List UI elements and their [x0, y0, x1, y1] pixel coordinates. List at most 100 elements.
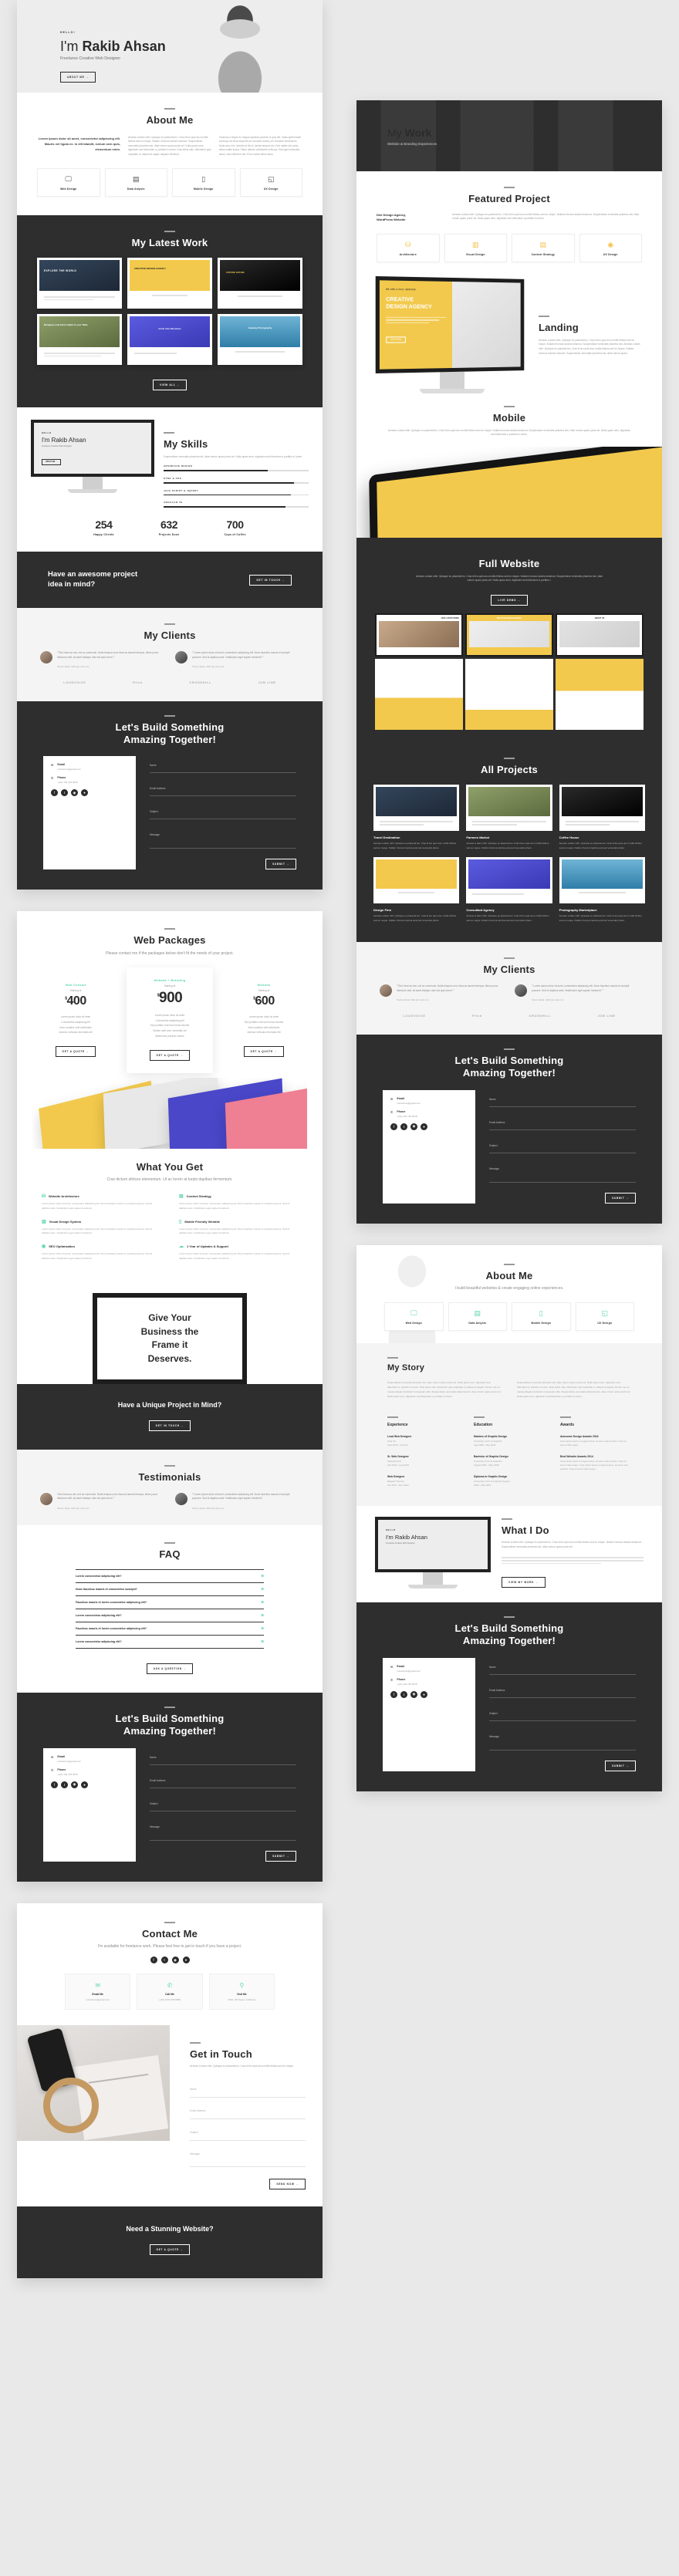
- view-my-work-button[interactable]: VIEW MY WORK →: [502, 1577, 546, 1588]
- featured-tag[interactable]: ⛁ Architecture: [377, 234, 440, 263]
- contact-card[interactable]: ✉ Email Me contactme@gmail.com: [65, 1973, 131, 2010]
- instagram-icon[interactable]: ◉: [71, 1781, 78, 1788]
- contact-card[interactable]: ✆ Call Me +(01) 1547 665 8899: [137, 1973, 203, 2010]
- message-field[interactable]: Message: [190, 2141, 306, 2168]
- faq-item[interactable]: Lorem consectetur adipiscing elit? ⊕: [76, 1609, 264, 1622]
- featured-tag[interactable]: ▥ Visual Design: [444, 234, 507, 263]
- name-field[interactable]: Name: [489, 1090, 636, 1107]
- service-card[interactable]: ◱ UX Design: [575, 1302, 634, 1332]
- twitter-icon[interactable]: t: [160, 1956, 168, 1964]
- dribbble-icon[interactable]: ●: [81, 789, 88, 797]
- faq-item[interactable]: Faucibus mauris et lorem consectetur adi…: [76, 1622, 264, 1635]
- faq-item[interactable]: Lorem consectetur adipiscing elit? ⊕: [76, 1635, 264, 1649]
- get-quote-button[interactable]: GET A QUOTE →: [149, 2244, 191, 2256]
- get-in-touch-button[interactable]: GET IN TOUCH →: [249, 574, 292, 586]
- skill-label: JAVA SCRIPT & JQUERY: [164, 488, 199, 492]
- about-me-button[interactable]: ABOUT ME →: [60, 72, 96, 83]
- name-field[interactable]: Name: [150, 756, 296, 774]
- service-card[interactable]: ▤ Data Anlysis: [104, 167, 167, 197]
- get-quote-button[interactable]: GET A QUOTE →: [55, 1046, 96, 1058]
- featured-tag[interactable]: ▤ Content Strategy: [512, 234, 575, 263]
- subject-field[interactable]: Subject: [150, 802, 296, 820]
- divider: [164, 1464, 175, 1467]
- facebook-icon[interactable]: f: [150, 1956, 157, 1964]
- message-field[interactable]: Message: [489, 1160, 636, 1183]
- message-field[interactable]: Message: [150, 1818, 296, 1841]
- imac-neck: [440, 372, 464, 390]
- social-row: f t ◉ ●: [51, 789, 128, 797]
- twitter-icon[interactable]: t: [400, 1123, 407, 1130]
- twitter-icon[interactable]: t: [61, 789, 68, 797]
- faq-item[interactable]: Lorem consectetur adipiscing elit? ⊕: [76, 1569, 264, 1582]
- instagram-icon[interactable]: ◉: [410, 1690, 417, 1698]
- facebook-icon[interactable]: f: [51, 789, 58, 797]
- project-item[interactable]: Travel Destination Aenean a diam nibh. Qu…: [373, 785, 460, 850]
- instagram-icon[interactable]: ◉: [71, 789, 78, 797]
- get-quote-button[interactable]: GET A QUOTE →: [243, 1046, 285, 1058]
- work-thumbnail[interactable]: COFFEE HOUSE: [218, 258, 302, 309]
- service-card[interactable]: 🖵 Web Design: [37, 167, 100, 197]
- submit-button[interactable]: SUBMIT →: [265, 1850, 296, 1862]
- featured-tag[interactable]: ◉ UX Design: [579, 234, 642, 263]
- service-card[interactable]: ▯ Mobile Design: [172, 167, 235, 197]
- work-thumbnail[interactable]: Bringing Local Farms Right to your Table: [37, 314, 122, 366]
- get-in-touch-button[interactable]: GET IN TOUCH →: [148, 1420, 191, 1431]
- service-card[interactable]: 🖵 Web Design: [384, 1302, 444, 1332]
- subject-field[interactable]: Subject: [489, 1136, 636, 1153]
- twitter-icon[interactable]: t: [61, 1781, 68, 1788]
- contact-card[interactable]: ⚲ Visit Me 5464, HD Tower, California: [208, 1973, 275, 2010]
- facebook-icon[interactable]: f: [390, 1123, 397, 1130]
- submit-button[interactable]: SUBMIT →: [265, 859, 296, 870]
- facebook-icon[interactable]: f: [51, 1781, 58, 1788]
- mobile-icon: ▯: [539, 1309, 543, 1318]
- submit-button[interactable]: SUBMIT →: [605, 1760, 636, 1771]
- work-thumbnail[interactable]: EXPLORE THE WORLD: [37, 258, 122, 309]
- faq-item[interactable]: Nunc faucibus mauris et consectetur susc…: [76, 1582, 264, 1595]
- service-card[interactable]: ◱ UX Design: [239, 167, 302, 197]
- project-item[interactable]: Consultant Agency Aenean a diam nibh. Qui…: [466, 857, 552, 923]
- send-now-button[interactable]: SEND NOW →: [269, 2179, 306, 2190]
- subject-field[interactable]: Subject: [489, 1704, 636, 1721]
- work-thumbnail[interactable]: CREATIVE DESIGN AGENCY: [127, 258, 212, 309]
- work-thumbnail[interactable]: Gateway Photography: [218, 314, 302, 366]
- project-item[interactable]: Coffee House Aenean a diam nibh. Quisque …: [559, 785, 645, 850]
- ask-question-button[interactable]: ASK A QUESTION →: [146, 1663, 194, 1675]
- subject-field[interactable]: Subject: [150, 1794, 296, 1811]
- service-card[interactable]: ▯ Mobile Design: [512, 1302, 571, 1332]
- email-field[interactable]: Email Address: [489, 1113, 636, 1130]
- email-field[interactable]: Email Address: [150, 1771, 296, 1788]
- feature-title: SEO Optimization: [49, 1244, 76, 1248]
- subject-field[interactable]: Subject: [190, 2119, 306, 2142]
- service-card-label: Data Anlysis: [127, 187, 145, 191]
- project-item[interactable]: Farmers Market Aenean a diam nibh. Quisqu…: [466, 785, 552, 850]
- desk-photo: [17, 2025, 170, 2142]
- get-quote-button[interactable]: GET A QUOTE →: [149, 1049, 191, 1061]
- dribbble-icon[interactable]: ●: [182, 1956, 190, 1964]
- service-card[interactable]: ▤ Data Anlysis: [448, 1302, 507, 1332]
- feature-item: ▤ Content Strategy Lorem ipsum dolor sit a…: [179, 1193, 298, 1210]
- service-card-label: Mobile Design: [193, 187, 214, 191]
- message-field[interactable]: Message: [150, 825, 296, 849]
- facebook-icon[interactable]: f: [390, 1690, 397, 1698]
- live-demo-button[interactable]: LIVE DEMO →: [491, 594, 528, 606]
- feature-title: Mobile Friendly Wesbite: [184, 1219, 221, 1224]
- view-all-button[interactable]: VIEW ALL →: [152, 380, 187, 391]
- dribbble-icon[interactable]: ●: [421, 1123, 427, 1130]
- name-field[interactable]: Name: [489, 1658, 636, 1675]
- submit-button[interactable]: SUBMIT →: [605, 1192, 636, 1204]
- testimonial: "Sed rhoncus nec orci ac commodo. Nulla …: [380, 984, 504, 1001]
- project-item[interactable]: Photography Marketplace Aenean a diam nib…: [559, 857, 645, 923]
- faq-item[interactable]: Faucibus mauris et lorem consectetur adi…: [76, 1595, 264, 1609]
- name-field[interactable]: Name: [150, 1748, 296, 1765]
- email-field[interactable]: Email Address: [150, 779, 296, 797]
- project-item[interactable]: Design Firm Aenean a diam nibh. Quisque e…: [373, 857, 460, 923]
- email-field[interactable]: Email Address: [190, 2098, 306, 2120]
- twitter-icon[interactable]: t: [400, 1690, 407, 1698]
- message-field[interactable]: Message: [489, 1727, 636, 1751]
- work-thumbnail[interactable]: Grow Your Business: [127, 314, 212, 366]
- dribbble-icon[interactable]: ●: [421, 1690, 427, 1698]
- email-field[interactable]: Email Address: [489, 1681, 636, 1698]
- name-field[interactable]: Name: [190, 2076, 306, 2098]
- instagram-icon[interactable]: ◉: [171, 1956, 179, 1964]
- dribbble-icon[interactable]: ●: [81, 1781, 88, 1788]
